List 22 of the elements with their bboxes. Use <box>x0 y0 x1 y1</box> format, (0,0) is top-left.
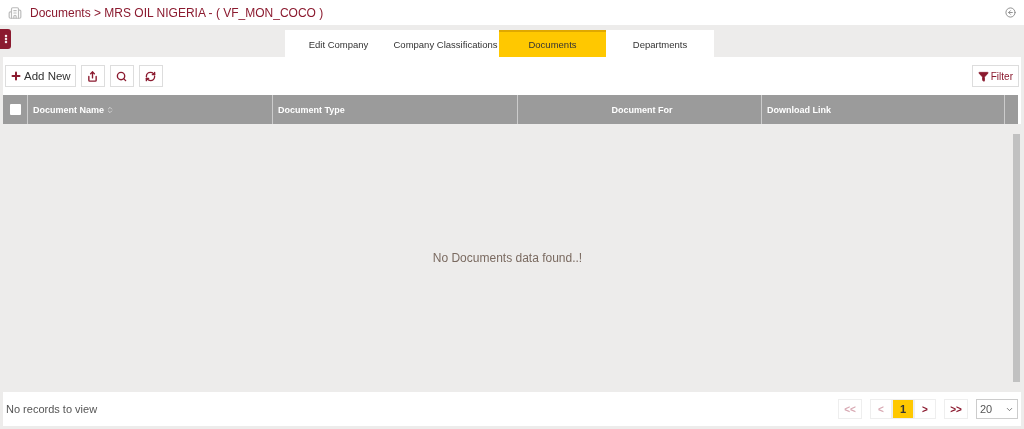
filter-button[interactable]: Filter <box>971 65 1019 87</box>
building-icon <box>8 5 22 20</box>
records-status: No records to view <box>6 403 99 415</box>
empty-message: No Documents data found..! <box>432 251 583 265</box>
back-icon[interactable] <box>1005 7 1016 18</box>
plus-icon <box>10 70 22 82</box>
filter-icon <box>977 70 989 82</box>
page-size-select[interactable]: 20 <box>976 399 1018 419</box>
search-icon <box>116 70 128 82</box>
pager-button[interactable]: 1 <box>892 399 914 419</box>
refresh-button[interactable] <box>138 65 163 87</box>
menu-button[interactable] <box>0 29 11 49</box>
export-button[interactable] <box>80 65 105 87</box>
tab[interactable]: Documents <box>499 30 606 57</box>
add-new-button[interactable]: Add New <box>5 65 76 87</box>
refresh-icon <box>145 70 157 82</box>
pager-button[interactable]: > <box>914 399 936 419</box>
pager-button[interactable]: >> <box>944 399 968 419</box>
search-button[interactable] <box>109 65 134 87</box>
breadcrumb: Documents > MRS OIL NIGERIA - ( VF_MON_COCO ) <box>30 5 325 20</box>
select-all-checkbox[interactable] <box>9 104 21 115</box>
export-icon <box>87 70 99 82</box>
